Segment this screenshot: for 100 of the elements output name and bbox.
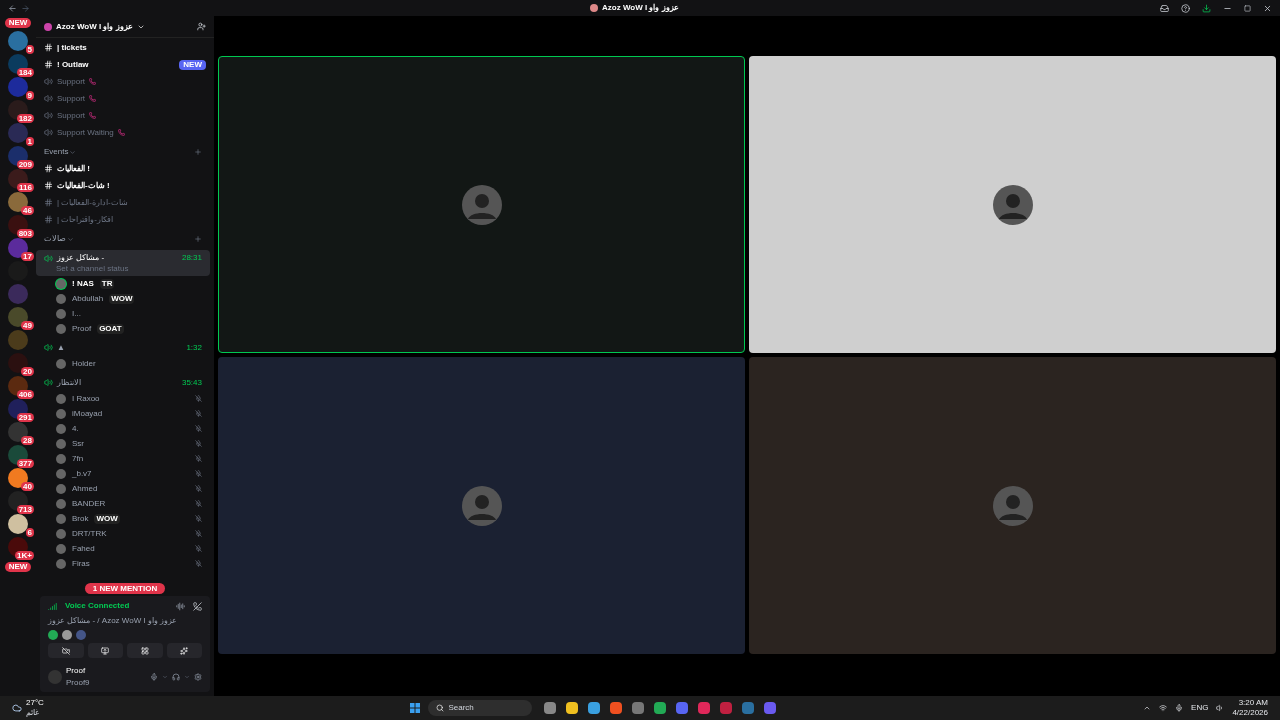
channel-item[interactable]: | افكار-واقتراحات [36,211,210,228]
channel-item[interactable]: Support [36,107,210,124]
voice-user[interactable]: Abdullah WOW [36,291,210,306]
category-label[interactable]: Events [44,146,69,158]
mention-pill[interactable]: 1 NEW MENTION [84,583,166,594]
effects-icon [180,646,189,655]
new-pill[interactable]: NEW [4,562,32,572]
effects-button[interactable] [166,643,202,658]
activities-icon [140,646,149,655]
channel-item[interactable]: Support [36,73,210,90]
voice-user[interactable]: Ssr [36,436,210,451]
hash-icon [44,60,53,69]
download-icon[interactable] [1202,3,1211,13]
maximize-icon[interactable] [1244,4,1251,12]
disconnect-icon[interactable] [193,601,202,611]
headphones-icon[interactable] [172,673,180,681]
network-icon[interactable] [1159,704,1168,712]
video-tile[interactable] [749,56,1276,353]
camera-off-button[interactable] [48,643,84,658]
voice-user[interactable]: Proof GOAT [36,321,210,336]
window-title: Azoz WoW I عزوز واو [602,2,679,14]
voice-user[interactable]: ! NAS TR [36,276,210,291]
channel-item[interactable]: شات-الفعاليات ! [36,177,210,194]
voice-user[interactable]: Ahmed [36,481,210,496]
new-pill[interactable]: NEW [4,18,32,28]
avatar [992,184,1033,225]
unread-badge: 209 [16,160,34,169]
server-header[interactable]: Azoz WoW I عزوز واو [36,16,214,38]
app-icon[interactable] [610,702,623,714]
hash-icon [44,198,53,207]
unread-badge: 5 [25,45,34,54]
microphone-icon[interactable] [150,673,158,681]
app-icon[interactable] [588,702,601,714]
video-tile[interactable] [218,56,745,353]
voice-user[interactable]: iMoayad [36,406,210,421]
temperature: 27°C [26,698,44,708]
user-name: iMoayad [72,407,103,420]
unread-badge: 803 [16,229,34,238]
back-icon[interactable] [8,3,17,13]
video-tile[interactable] [218,357,745,654]
voice-user[interactable]: _b.v7 [36,466,210,481]
category-label[interactable]: صالات [44,233,66,245]
voice-user[interactable]: 7fn [36,451,210,466]
voice-user[interactable]: 4. [36,421,210,436]
channel-item[interactable]: الفعاليات ! [36,160,210,177]
phone-icon [117,129,125,136]
unread-badge: 1 [25,137,34,146]
user-name: Proof [66,665,87,677]
activities-button[interactable] [127,643,163,658]
language-indicator[interactable]: ENG [1191,702,1209,714]
invite-icon[interactable] [197,22,206,31]
user-status: Proof9 [66,677,91,689]
unread-badge: 6 [25,528,34,537]
speaker-icon [44,128,53,137]
volume-icon[interactable] [1216,704,1225,712]
channel-name: الانتظار [57,376,81,389]
unread-badge: 17 [21,252,34,261]
search-field[interactable]: Search [428,700,533,716]
server-icon[interactable] [8,514,28,534]
windows-logo-icon[interactable] [410,703,421,713]
app-icon[interactable] [654,702,667,714]
voice-user[interactable]: DRT/TRK [36,526,210,541]
video-tile[interactable] [749,357,1276,654]
voice-user[interactable]: Brok WOW [36,511,210,526]
hash-icon [44,43,53,52]
app-icon[interactable] [566,702,579,714]
speaker-icon [44,343,53,352]
voice-user[interactable]: Holder [36,356,210,371]
channel-item[interactable]: ! Outlaw NEW [36,56,210,73]
settings-icon[interactable] [194,673,202,681]
soundboard-icon[interactable] [176,601,185,611]
tray-expand-icon[interactable] [1143,704,1152,712]
voice-user[interactable]: I Raxoo [36,391,210,406]
voice-user[interactable]: I... [36,306,210,321]
user-name: 7fn [72,452,84,465]
user-tag: TR [99,278,115,289]
close-icon[interactable] [1263,3,1272,13]
channel-item[interactable]: Support Waiting [36,124,210,141]
voice-user[interactable]: Fahed [36,541,210,556]
signal-icon [48,601,57,611]
clock-date[interactable]: 4/22/2026 [1232,708,1268,718]
voice-user[interactable]: Firas [36,556,210,571]
channel-item[interactable]: | شات-ادارة-الفعاليات [36,194,210,211]
help-icon[interactable] [1181,3,1190,13]
channel-item[interactable]: | tickets [36,39,210,56]
channel-item[interactable]: Support [36,90,210,107]
user-name: Proof [72,322,92,335]
inbox-icon[interactable] [1160,3,1169,13]
clock-time[interactable]: 3:20 AM [1238,698,1268,708]
user-name: Holder [72,357,96,370]
app-icon[interactable] [544,702,557,714]
voice-channel[interactable]: ▲ 1:32 [36,339,210,356]
voice-user[interactable]: BANDER [36,496,210,511]
screen-share-button[interactable] [87,643,123,658]
search-icon [436,704,445,712]
avatar [48,670,62,684]
hash-icon [44,215,53,224]
hash-icon [44,181,53,190]
microphone-icon[interactable] [1175,704,1184,712]
channel-name: Support [57,109,86,122]
